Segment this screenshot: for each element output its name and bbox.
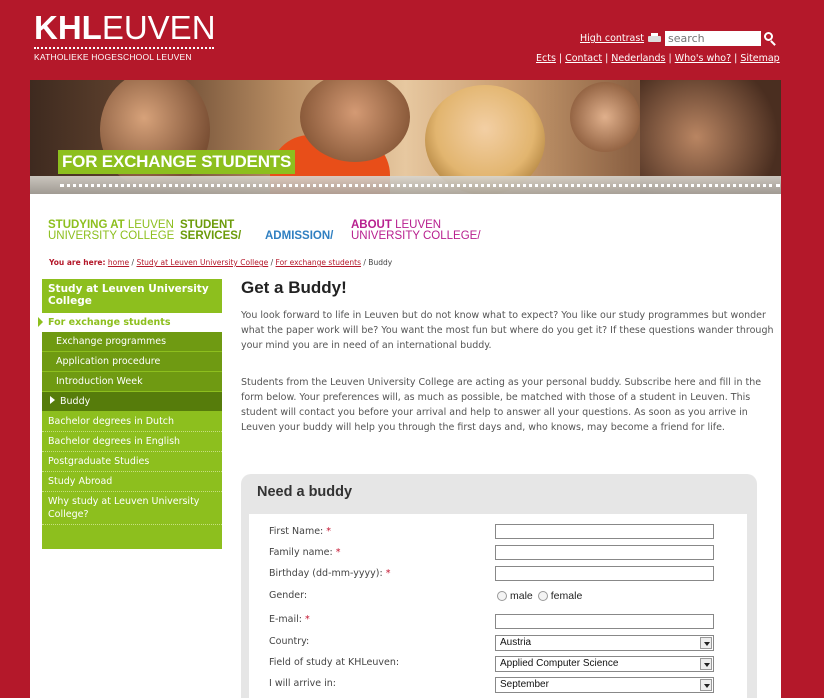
buddy-form: Need a buddy First Name: * Family name: … [241,474,757,698]
email-input[interactable] [495,614,714,629]
gender-options: male female [497,590,587,602]
sitemap-link[interactable]: Sitemap [740,53,779,64]
logo-wordmark: KHLEUVEN [34,9,216,46]
sidebar-item-study-abroad[interactable]: Study Abroad [42,472,222,492]
nav-about[interactable]: ABOUT LEUVEN UNIVERSITY COLLEGE/ [351,219,481,242]
sidebar-title[interactable]: Study at Leuven University College [42,279,222,313]
sidebar-subitem-exchange-programmes[interactable]: Exchange programmes [42,332,222,352]
arrival-label: I will arrive in: [269,678,336,689]
email-label: E-mail: * [269,614,310,625]
breadcrumb-study[interactable]: Study at Leuven University College [136,258,268,267]
description-paragraph: Students from the Leuven University Coll… [241,377,762,433]
sidebar-subitem-application-procedure[interactable]: Application procedure [42,352,222,372]
breadcrumb-exchange[interactable]: For exchange students [276,258,361,267]
hero-dotted-line [60,184,780,187]
page-title: Get a Buddy! [241,278,347,297]
gender-label: Gender: [269,590,308,601]
sidebar-subitem-buddy[interactable]: Buddy [42,392,222,412]
printer-icon[interactable] [648,33,662,44]
search-icon[interactable] [763,31,779,46]
form-title: Need a buddy [257,484,353,500]
country-label: Country: [269,636,310,647]
sidebar-item-exchange-students[interactable]: For exchange students [38,313,222,332]
family-name-label: Family name: * [269,547,341,558]
first-name-label: First Name: * [269,526,332,537]
utility-links: Ects | Contact | Nederlands | Who's who? | Sitem… [536,53,780,64]
gender-female-radio[interactable] [537,591,548,601]
triangle-right-icon [50,396,55,404]
sidebar: Study at Leuven University College For e… [38,279,222,549]
sidebar-item-bachelor-english[interactable]: Bachelor degrees in English [42,432,222,452]
breadcrumb-current: Buddy [368,258,393,267]
first-name-input[interactable] [495,524,714,539]
sidebar-subitem-introduction-week[interactable]: Introduction Week [42,372,222,392]
logo-dotted-line [34,47,214,49]
high-contrast-link[interactable]: High contrast [580,33,644,44]
logo[interactable]: KHLEUVEN KATHOLIEKE HOGESCHOOL LEUVEN [34,9,216,62]
birthday-input[interactable] [495,566,714,581]
nav-studying[interactable]: STUDYING AT LEUVEN UNIVERSITY COLLEGE [48,219,174,242]
search-input[interactable] [665,31,762,46]
nav-student-services[interactable]: STUDENT SERVICES/ [180,219,241,242]
birthday-label: Birthday (dd-mm-yyyy): * [269,568,391,579]
chevron-down-icon[interactable] [700,679,712,691]
form-body: First Name: * Family name: * Birthday (d… [249,514,747,698]
logo-subtitle: KATHOLIEKE HOGESCHOOL LEUVEN [34,52,192,62]
hero-section-label: FOR EXCHANGE STUDENTS [58,150,296,174]
intro-paragraph: You look forward to life in Leuven but d… [241,310,774,351]
page-body: FOR EXCHANGE STUDENTS STUDYING AT LEUVEN… [30,80,781,698]
field-of-study-select[interactable]: Applied Computer Science [495,656,714,672]
breadcrumb-home[interactable]: home [108,258,129,267]
contact-link[interactable]: Contact [565,53,602,64]
sidebar-item-postgraduate[interactable]: Postgraduate Studies [42,452,222,472]
nav-admission[interactable]: ADMISSION/ [265,230,333,242]
arrival-select[interactable]: September [495,677,714,693]
ects-link[interactable]: Ects [536,53,556,64]
field-of-study-label: Field of study at KHLeuven: [269,657,400,668]
sidebar-item-why-study[interactable]: Why study at Leuven University College? [42,492,222,525]
chevron-down-icon[interactable] [700,637,712,649]
gender-male-radio[interactable] [497,591,507,601]
sidebar-item-bachelor-dutch[interactable]: Bachelor degrees in Dutch [42,412,222,432]
whos-who-link[interactable]: Who's who? [675,53,731,64]
top-tools: High contrast [580,31,779,46]
chevron-down-icon[interactable] [700,658,712,670]
country-select[interactable]: Austria [495,635,714,651]
breadcrumb: You are here: home / Study at Leuven Uni… [49,258,393,267]
family-name-input[interactable] [495,545,714,560]
hero-banner: FOR EXCHANGE STUDENTS [30,80,781,194]
nederlands-link[interactable]: Nederlands [611,53,665,64]
